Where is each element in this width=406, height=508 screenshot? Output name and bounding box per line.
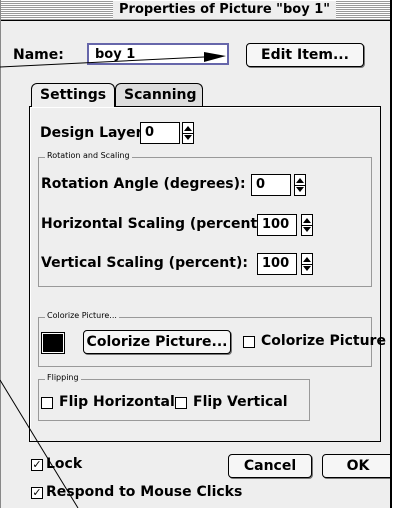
arrow-down-icon (296, 187, 304, 192)
title-bar[interactable]: Properties of Picture "boy 1" (1, 0, 390, 21)
name-input[interactable]: boy 1 (87, 43, 229, 65)
design-layer-input[interactable]: 0 (140, 122, 180, 144)
vertical-scaling-stepper[interactable] (301, 253, 313, 275)
rotation-scaling-group: Rotation and Scaling Rotation Angle (deg… (38, 151, 372, 287)
horizontal-scaling-stepper[interactable] (301, 214, 313, 236)
checkmark-icon: ✓ (32, 458, 42, 471)
divider (183, 133, 193, 134)
properties-dialog: Properties of Picture "boy 1" Name: boy … (0, 0, 392, 508)
lock-checkbox[interactable]: ✓ (31, 459, 43, 471)
horizontal-scaling-label: Horizontal Scaling (percent): (41, 216, 270, 232)
arrow-down-icon (303, 227, 311, 232)
respond-mouse-label: Respond to Mouse Clicks (46, 484, 243, 500)
tab-scanning[interactable]: Scanning (115, 83, 203, 107)
arrow-up-icon (184, 126, 192, 131)
rotation-scaling-group-label: Rotation and Scaling (45, 151, 132, 160)
vertical-scaling-label: Vertical Scaling (percent): (41, 255, 248, 271)
colorize-group: Colorize Picture... Colorize Picture... … (38, 311, 386, 367)
arrow-down-icon (303, 266, 311, 271)
rotation-angle-input[interactable]: 0 (251, 174, 291, 196)
flip-vertical-checkbox[interactable] (175, 397, 187, 409)
flipping-group: Flipping Flip Horizontal Flip Vertical (38, 373, 310, 421)
cancel-button[interactable]: Cancel (228, 454, 312, 478)
flip-vertical-label: Flip Vertical (193, 394, 288, 410)
rotation-angle-label: Rotation Angle (degrees): (41, 176, 246, 192)
name-label: Name: (13, 47, 64, 63)
colorize-checkbox-label: Colorize Picture (261, 333, 386, 349)
edit-item-button[interactable]: Edit Item... (246, 43, 364, 67)
rotation-angle-stepper[interactable] (294, 174, 306, 196)
window-title: Properties of Picture "boy 1" (113, 1, 337, 19)
divider (302, 264, 312, 265)
horizontal-scaling-input[interactable]: 100 (257, 214, 297, 236)
flip-horizontal-checkbox[interactable] (41, 397, 53, 409)
vertical-scaling-input[interactable]: 100 (257, 253, 297, 275)
colorize-picture-button[interactable]: Colorize Picture... (83, 330, 231, 354)
arrow-up-icon (303, 257, 311, 262)
lock-label: Lock (46, 456, 83, 472)
design-layer-stepper[interactable] (182, 122, 194, 144)
checkmark-icon: ✓ (32, 486, 42, 499)
divider (295, 185, 305, 186)
colorize-group-label: Colorize Picture... (45, 311, 119, 320)
divider (302, 225, 312, 226)
flip-horizontal-label: Flip Horizontal (59, 394, 175, 410)
flipping-group-label: Flipping (45, 373, 81, 382)
arrow-down-icon (184, 135, 192, 140)
settings-panel: Design Layer 0 Rotation and Scaling Rota… (29, 106, 386, 442)
ok-button[interactable]: OK (322, 454, 390, 478)
tab-settings[interactable]: Settings (31, 83, 115, 107)
respond-mouse-checkbox[interactable]: ✓ (31, 487, 43, 499)
arrow-up-icon (303, 218, 311, 223)
colorize-checkbox[interactable] (243, 336, 255, 348)
arrow-up-icon (296, 178, 304, 183)
design-layer-label: Design Layer (40, 125, 143, 141)
color-swatch[interactable] (41, 332, 65, 354)
